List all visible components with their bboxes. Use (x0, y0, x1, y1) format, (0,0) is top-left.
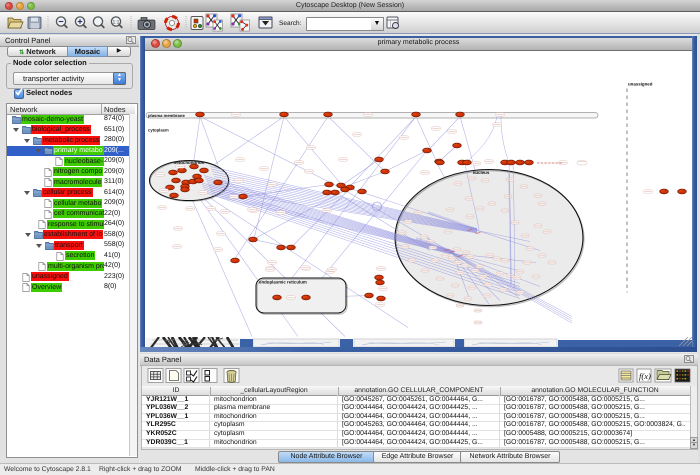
svg-text:cytoplasm: cytoplasm (148, 127, 169, 132)
svg-text:Search:: Search: (279, 20, 302, 27)
svg-text:mitochondrion: mitochondrion (174, 160, 205, 165)
svg-text:unassigned: unassigned (628, 81, 653, 86)
svg-text:nucleus: nucleus (473, 170, 490, 175)
svg-text:plasma membrane: plasma membrane (148, 112, 185, 117)
svg-text:1:1: 1:1 (113, 20, 120, 26)
svg-text:f(x): f(x) (639, 371, 651, 381)
svg-text:endoplasmic reticulum: endoplasmic reticulum (259, 279, 307, 284)
